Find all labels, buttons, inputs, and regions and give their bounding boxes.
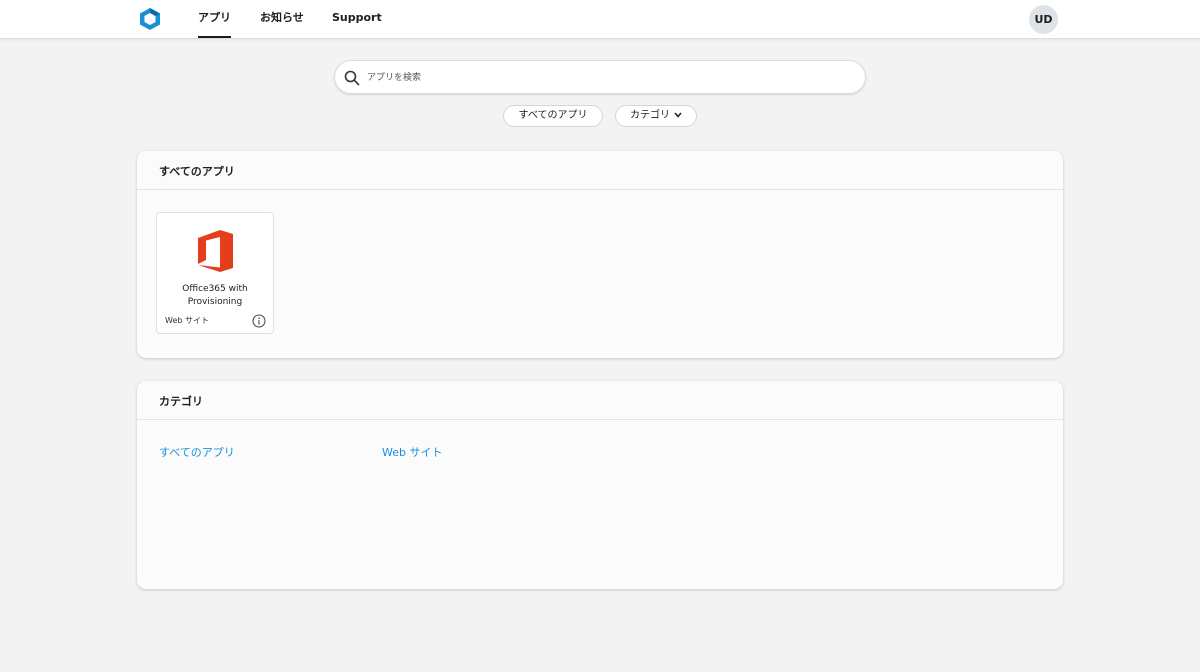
search-bar <box>334 60 866 94</box>
cube-logo-icon[interactable] <box>139 7 161 31</box>
all-apps-title: すべてのアプリ <box>137 151 1063 190</box>
nav-tab-apps[interactable]: アプリ <box>198 0 231 39</box>
search-icon <box>344 70 360 86</box>
filter-category-dropdown[interactable]: カテゴリ <box>615 105 697 127</box>
office-icon <box>198 230 233 272</box>
app-name-line1: Office365 with <box>182 284 248 294</box>
app-tile-office365[interactable]: Office365 with Provisioning Web サイト <box>156 212 274 334</box>
category-link-all-apps[interactable]: すべてのアプリ <box>159 444 235 460</box>
chevron-down-icon <box>674 112 682 118</box>
app-name-line2: Provisioning <box>187 297 243 307</box>
category-card: カテゴリ すべてのアプリ Web サイト <box>137 381 1063 589</box>
filter-all-apps-button[interactable]: すべてのアプリ <box>503 105 603 127</box>
filter-all-apps-label: すべてのアプリ <box>518 110 588 121</box>
category-title: カテゴリ <box>137 381 1063 420</box>
nav-tab-notices[interactable]: お知らせ <box>260 0 304 39</box>
user-avatar[interactable]: UD <box>1029 5 1058 34</box>
category-link-web-site[interactable]: Web サイト <box>382 444 442 460</box>
search-input[interactable] <box>367 68 847 87</box>
app-name: Office365 with Provisioning <box>161 283 269 309</box>
all-apps-card: すべてのアプリ Office365 with Provisioning Web … <box>137 151 1063 358</box>
nav-tab-support[interactable]: Support <box>332 0 382 39</box>
filter-category-label: カテゴリ <box>630 110 670 121</box>
info-icon[interactable] <box>252 314 266 328</box>
app-type-label: Web サイト <box>165 316 209 325</box>
top-navigation-bar: アプリ お知らせ Support UD <box>0 0 1200 39</box>
